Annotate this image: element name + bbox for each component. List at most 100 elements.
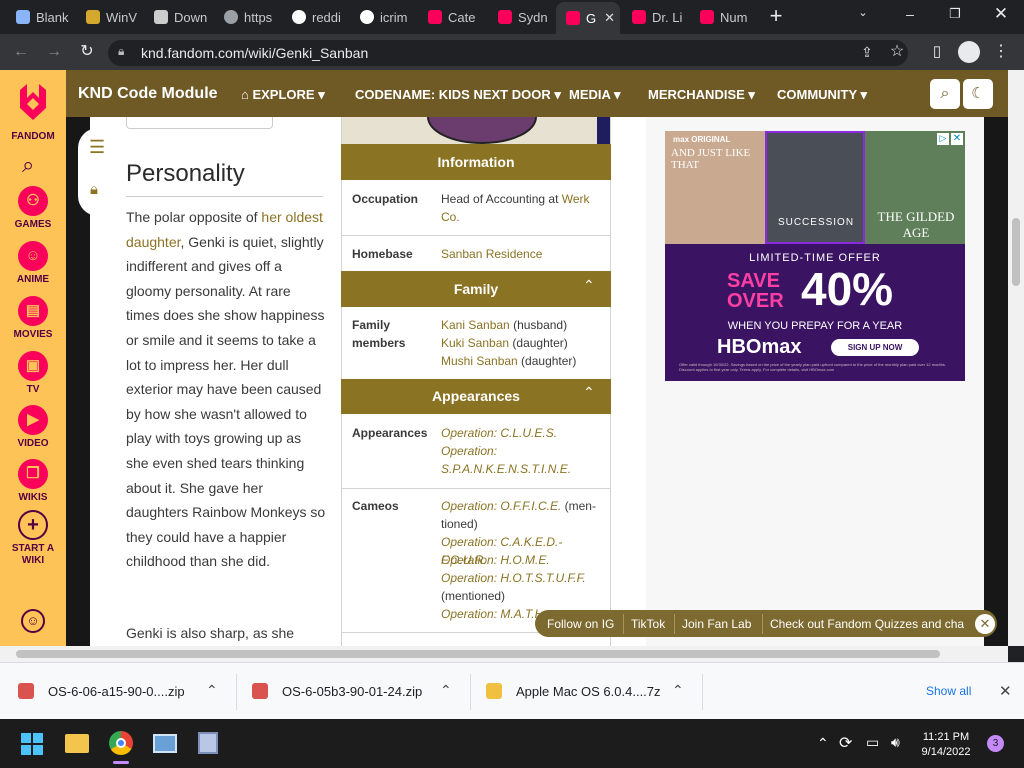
browser-tab[interactable]: reddi [282, 4, 348, 30]
share-icon[interactable]: ⇪ [856, 42, 878, 62]
clock-time: 11:21 PM [922, 731, 970, 743]
file-explorer-icon[interactable] [65, 734, 89, 753]
nav-merchandise[interactable]: MERCHANDISE ▾ [648, 87, 755, 103]
family-header[interactable]: Family [341, 271, 611, 307]
notepad-icon[interactable] [198, 732, 218, 754]
fanbar-link[interactable]: Join Fan Lab [682, 617, 751, 631]
browser-tab[interactable]: icrim [350, 4, 416, 30]
download-item[interactable]: Apple Mac OS 6.0.4....7z [516, 684, 661, 699]
fanbar-link[interactable]: Check out Fandom Quizzes and cha [770, 617, 968, 631]
url-text[interactable]: knd.fandom.com/wiki/Genki_Sanban [141, 45, 368, 61]
new-tab-button[interactable]: + [763, 4, 789, 30]
menu-kebab-icon[interactable]: ⋮ [990, 42, 1012, 62]
notification-badge[interactable]: 3 [987, 735, 1004, 752]
close-download-bar-icon[interactable]: ✕ [999, 682, 1012, 700]
user-account-icon[interactable]: ☺ [21, 609, 45, 633]
adchoices-icon[interactable]: ▷ [937, 133, 949, 145]
tv-icon: ▣ [18, 351, 48, 381]
browser-tab[interactable]: https [214, 4, 280, 30]
lock-icon[interactable]: 🔒︎ [118, 44, 124, 59]
close-fanbar-icon[interactable]: ✕ [975, 614, 995, 634]
browser-tab[interactable]: WinV [76, 4, 142, 30]
wiki-name[interactable]: KND Code Module [78, 85, 218, 103]
cameo-link[interactable]: Operation: H.O.M.E. [441, 551, 606, 569]
lock-page-icon[interactable]: 🔒︎ [90, 181, 98, 198]
fandom-heart-icon [20, 84, 46, 120]
photos-icon[interactable] [153, 734, 177, 753]
family-member-link[interactable]: Kuki Sanban [441, 336, 509, 350]
rail-item-video[interactable]: ▶ VIDEO [0, 405, 66, 449]
chrome-taskbar-icon[interactable] [109, 731, 133, 755]
nav-explore[interactable]: ⌂ EXPLORE ▾ [241, 87, 325, 103]
collapse-family-icon[interactable]: ⌃ [583, 277, 595, 294]
cameo-link[interactable]: Operation: O.F.F.I.C.E. [441, 499, 561, 513]
toc-icon[interactable]: ☰ [89, 137, 105, 158]
sanban-residence-link[interactable]: Sanban Residence [441, 245, 606, 263]
tab-search-icon[interactable]: ⌄ [852, 6, 874, 19]
ad-close-icon[interactable]: ✕ [951, 133, 963, 145]
browser-tab[interactable]: Sydn [488, 4, 554, 30]
chevron-down-icon: ▾ [314, 87, 325, 102]
windows-start-icon[interactable] [21, 733, 43, 755]
appearances-header[interactable]: Appearances [341, 379, 611, 414]
display-icon[interactable]: ▭ [866, 734, 879, 751]
nav-community[interactable]: COMMUNITY ▾ [777, 87, 867, 103]
close-window-button[interactable]: ✕ [990, 4, 1012, 24]
back-icon[interactable]: ← [10, 42, 32, 62]
wiki-search-button[interactable]: ⌕ [930, 79, 960, 109]
rail-item-wikis[interactable]: ❐ WIKIS [0, 459, 66, 503]
dark-mode-toggle[interactable]: ☾ [963, 79, 993, 109]
side-panel-icon[interactable]: ▯ [926, 42, 948, 62]
horizontal-scrollbar[interactable] [0, 646, 1008, 662]
rail-item-anime[interactable]: ☺ ANIME [0, 241, 66, 285]
appearance-link[interactable]: Operation: C.L.U.E.S. [441, 424, 606, 442]
download-options-icon[interactable]: ⌃ [206, 682, 218, 699]
nav-codename-kids-next-door[interactable]: CODENAME: KIDS NEXT DOOR ▾ [355, 87, 561, 103]
close-tab-icon[interactable]: ✕ [604, 10, 615, 26]
bookmark-star-icon[interactable]: ☆ [886, 42, 908, 62]
nav-media[interactable]: MEDIA ▾ [569, 87, 621, 103]
minimize-button[interactable]: – [899, 6, 921, 22]
restore-button[interactable]: ❐ [944, 6, 966, 22]
clock[interactable]: 11:21 PM 9/14/2022 [915, 730, 977, 760]
fandom-logo[interactable] [16, 80, 50, 124]
download-item[interactable]: OS-6-06-a15-90-0....zip [48, 684, 185, 699]
tray-chevron-icon[interactable]: ⌃ [817, 735, 829, 752]
vertical-scrollbar[interactable] [1008, 70, 1024, 646]
collapse-appearances-icon[interactable]: ⌃ [583, 384, 595, 401]
rail-item-start-a-wiki[interactable]: + START A WIKI [0, 510, 66, 567]
volume-icon[interactable]: 🔊︎ [891, 734, 900, 751]
show-all-downloads-link[interactable]: Show all [926, 684, 971, 698]
browser-tab[interactable]: Down [144, 4, 212, 30]
vertical-scroll-thumb[interactable] [1012, 218, 1020, 286]
download-options-icon[interactable]: ⌃ [440, 682, 452, 699]
browser-tab[interactable]: Num [690, 4, 758, 30]
rail-item-games[interactable]: ⚇ GAMES [0, 186, 66, 230]
search-icon[interactable]: ⌕ [22, 152, 34, 178]
reload-icon[interactable]: ↻ [76, 42, 98, 62]
ad-signup-button[interactable]: SIGN UP NOW [831, 339, 919, 356]
fanbar-link[interactable]: TikTok [631, 617, 665, 631]
appearance-link[interactable]: Operation: S.P.A.N.K.E.N.S.T.I.N.E. [441, 442, 606, 478]
family-member-link[interactable]: Mushi Sanban [441, 354, 518, 368]
hbo-max-ad[interactable]: max ORIGINAL AND JUST LIKE THAT SUCCESSI… [665, 131, 965, 381]
download-options-icon[interactable]: ⌃ [672, 682, 684, 699]
browser-tab[interactable]: G ✕ [556, 2, 620, 34]
heading-divider [126, 196, 323, 197]
cameo-link[interactable]: Operation: M.A.T.H. [441, 605, 541, 623]
download-item[interactable]: OS-6-05b3-90-01-24.zip [282, 684, 422, 699]
forward-icon[interactable]: → [43, 42, 65, 62]
rail-item-tv[interactable]: ▣ TV [0, 351, 66, 395]
family-member-link[interactable]: Kani Sanban [441, 318, 510, 332]
browser-tab[interactable]: Blank [6, 4, 74, 30]
browser-tab[interactable]: Cate [418, 4, 486, 30]
browser-tab[interactable]: Dr. Li [622, 4, 688, 30]
rail-item-label: WIKIS [18, 492, 48, 503]
sync-icon[interactable]: ⟳ [839, 733, 852, 753]
rail-item-movies[interactable]: ▤ MOVIES [0, 296, 66, 340]
profile-avatar[interactable] [958, 41, 980, 63]
hbomax-logo: HBOmax [717, 336, 802, 358]
horizontal-scroll-thumb[interactable] [16, 650, 940, 658]
cameo-link[interactable]: Operation: H.O.T.S.T.U.F.F. [441, 569, 606, 587]
fanbar-link[interactable]: Follow on IG [547, 617, 614, 631]
